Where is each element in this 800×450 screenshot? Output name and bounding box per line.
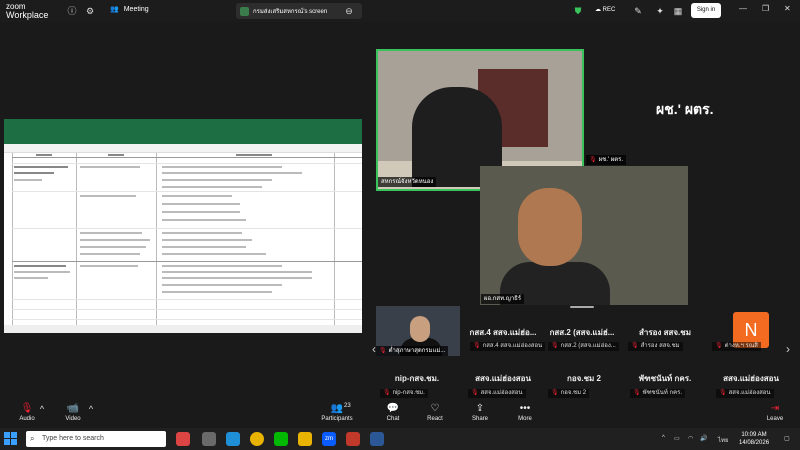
chat-icon: 💬 (386, 403, 400, 414)
chevron-up-icon[interactable]: ^ (36, 403, 48, 415)
video-name-label: ผอ.กสท.ญาธิร์ (481, 294, 525, 304)
maximize-icon[interactable]: ❐ (762, 4, 769, 13)
windows-taskbar: ⌕ Type here to search zm ^ ▭ ◠ 🔊 ไทย 10:… (0, 428, 800, 450)
mic-muted-icon: 🎙 (471, 390, 479, 396)
share-button[interactable]: ⇪ Share (457, 403, 503, 422)
participant-name-big: ผช.' ผตร. (656, 101, 714, 117)
mic-muted-icon: 🎙 (473, 343, 481, 349)
share-screen-icon (240, 6, 249, 16)
participant-tile-label: 🎙 ต่างห.ฯ รณสิ (712, 342, 761, 351)
mic-muted-icon: 🎙 (383, 390, 391, 396)
participants-count: 23 (344, 403, 351, 409)
chevron-up-icon[interactable]: ^ (85, 403, 97, 415)
heart-icon: ♡ (430, 403, 440, 414)
edit-icon[interactable]: ✎ (632, 5, 644, 17)
zoom-app-icon[interactable]: zm (322, 432, 336, 446)
settings-icon[interactable]: ⚙ (84, 5, 96, 17)
network-icon[interactable]: ▭ (674, 435, 680, 442)
zoom-logo: zoom Workplace (6, 2, 49, 20)
reactions-icon[interactable]: ✦ (654, 5, 666, 17)
language-indicator[interactable]: ไทย (718, 435, 729, 445)
mic-muted-icon: 🎙 (631, 343, 639, 349)
tray-chevron-icon[interactable]: ^ (662, 435, 665, 441)
search-icon: ⌕ (30, 434, 35, 443)
video-name-label: สหกรณ์จังหวัดหนอง (378, 177, 437, 187)
participant-tile-name[interactable]: nip-กสจ.ชม. (378, 372, 456, 385)
chrome-icon[interactable] (250, 432, 264, 446)
taskbar-clock[interactable]: 10:09 AM 14/08/2026 (739, 431, 769, 447)
meeting-stage: สหกรณ์จังหวัดหนอง 🎙 ผช.' ผตร. ผช.' ผตร. … (0, 22, 800, 400)
participant-tile-name[interactable]: สำรอง สสจ.ชม (626, 326, 704, 339)
more-icon: ••• (519, 403, 531, 414)
mic-muted-icon: 🎙 (589, 157, 597, 163)
wifi-icon[interactable]: ◠ (688, 435, 693, 442)
participant-face (410, 316, 430, 342)
participant-tile-label: 🎙 สสจ.แม่ฮ่องสอน (468, 389, 526, 398)
participants-icon: 👥 (330, 403, 344, 414)
formula-bar (4, 144, 362, 153)
mic-muted-icon: 🎙 (715, 343, 723, 349)
pdf-app-icon[interactable] (346, 432, 360, 446)
mic-muted-icon: 🎙 (633, 390, 641, 396)
participant-video[interactable]: ผอ.กสท.ญาธิร์ (480, 166, 688, 305)
mic-muted-icon: 🎙 (379, 348, 387, 354)
meeting-label[interactable]: 👥 Meeting (110, 5, 149, 14)
side-video-tag: 🎙 ผช.' ผตร. (586, 155, 626, 165)
volume-icon[interactable]: 🔊 (700, 435, 707, 442)
task-view-icon[interactable] (202, 432, 216, 446)
notification-icon[interactable]: ▢ (784, 435, 790, 442)
participant-tile-name[interactable]: กสส.4 สสจ.แม่ฮ่อ... (464, 326, 542, 339)
chevron-right-icon[interactable]: › (786, 342, 790, 356)
participant-tile-label: 🎙 สำรอง สสจ.ชม (628, 342, 683, 351)
excel-ribbon (4, 119, 362, 144)
more-options-icon[interactable]: ⊖ (343, 5, 355, 17)
meeting-icon: 👥 (110, 6, 119, 13)
edge-icon[interactable] (226, 432, 240, 446)
shield-icon[interactable]: ⛊ (572, 5, 584, 17)
participant-tile-label: 🎙 สสจ.แม่ฮ่องสอน (716, 389, 774, 398)
meeting-toolbar: 🎙 Audio ^ 📹 Video ^ 👥 Participants 23 💬 Chat… (0, 400, 800, 428)
participant-tile-label: 🎙 พัฑชนันท์ กคร. (630, 389, 685, 398)
sheet-tabs[interactable] (4, 325, 362, 333)
more-button[interactable]: ••• More (502, 403, 548, 422)
taskbar-search[interactable]: ⌕ Type here to search (26, 431, 166, 447)
title-bar: zoom Workplace ⓘ ⚙ 👥 Meeting กรมส่งเสริม… (0, 0, 800, 22)
widgets-icon[interactable] (176, 432, 190, 446)
gallery-scroll-indicator (570, 306, 594, 308)
participant-tile-name[interactable]: กสส.2 (สสจ.แม่ฮ่... (543, 326, 621, 339)
participant-tile-name[interactable]: สสจ.แม่ฮ่องสอน (712, 372, 790, 385)
minimize-icon[interactable]: — (739, 4, 747, 13)
participant-tile-label: 🎙 กสส.2 (สสจ.แม่ฮ่อง... (548, 342, 619, 351)
record-button[interactable]: ☁ REC (595, 6, 615, 13)
mic-muted-icon: 🎙 (551, 390, 559, 396)
line-icon[interactable] (274, 432, 288, 446)
file-explorer-icon[interactable] (298, 432, 312, 446)
participant-tile-name[interactable]: กอจ.ชม 2 (545, 372, 623, 385)
participant-tile-label: 🎙 กสส.4 สสจ.แม่ฮ่องสอน (470, 342, 546, 351)
participant-tile-name[interactable]: พัฑชนันท์ กคร. (626, 372, 704, 385)
apps-icon[interactable]: ▦ (672, 5, 684, 17)
mic-muted-icon: 🎙 (719, 390, 727, 396)
share-icon: ⇪ (475, 403, 485, 414)
mic-muted-icon: 🎙 (551, 343, 559, 349)
chat-button[interactable]: 💬 Chat (370, 403, 416, 422)
thumbnail-name-label: 🎙 ต่ำสุภาษาสุดกรมแม่... (376, 346, 449, 356)
spreadsheet-grid (4, 153, 362, 325)
app-icon[interactable] (370, 432, 384, 446)
windows-start-icon[interactable] (4, 432, 18, 446)
close-icon[interactable]: ✕ (784, 4, 791, 13)
participant-tile-label: 🎙 nip-กสจ.ชม. (380, 389, 428, 398)
participant-thumbnail[interactable]: 🎙 ต่ำสุภาษาสุดกรมแม่... (376, 306, 460, 356)
leave-button[interactable]: ⇥ Leave (752, 403, 798, 422)
leave-icon: ⇥ (770, 403, 780, 414)
sign-in-button[interactable]: Sign in (691, 3, 721, 18)
participant-tile-label: 🎙 กอจ.ชม 2 (548, 389, 590, 398)
participant-tile-name[interactable]: สสจ.แม่ฮ่องสอน (464, 372, 542, 385)
react-button[interactable]: ♡ React (412, 403, 458, 422)
info-icon[interactable]: ⓘ (66, 5, 78, 17)
shared-spreadsheet[interactable] (4, 119, 362, 333)
participants-button[interactable]: 👥 Participants 23 (314, 403, 360, 422)
participant-face (518, 188, 582, 266)
